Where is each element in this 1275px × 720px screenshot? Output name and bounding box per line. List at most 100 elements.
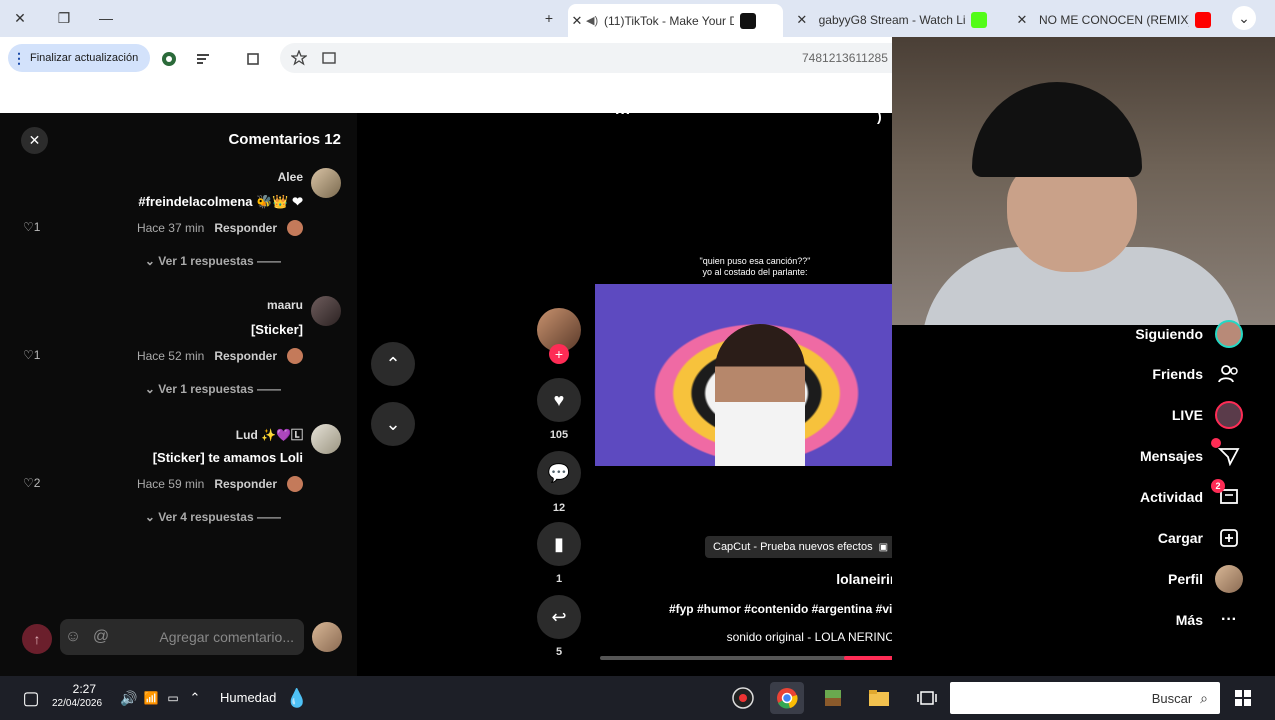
notifications-icon[interactable]: ▢ xyxy=(14,682,48,714)
video-overlay-text: "quien puso esa canción??" yo al costado… xyxy=(699,256,811,277)
file-explorer-icon[interactable] xyxy=(862,682,896,714)
sidebar-item-label: Más xyxy=(1175,612,1203,628)
avatar[interactable] xyxy=(311,424,341,454)
comment-user[interactable]: Lud ✨💜🄻 xyxy=(236,426,303,443)
clock-date[interactable]: 22/04/2026 xyxy=(52,698,102,709)
view-replies-button[interactable]: ⌄ Ver 1 respuestas —— xyxy=(145,254,281,268)
bookmark-icon: ▮ xyxy=(554,533,564,554)
profile-icon[interactable] xyxy=(160,50,178,68)
comment-user[interactable]: maaru xyxy=(267,298,303,312)
sidebar-item-label: Cargar xyxy=(1157,530,1203,546)
weather-label[interactable]: Humedad xyxy=(220,690,276,705)
avatar[interactable] xyxy=(311,168,341,198)
chevron-up-icon[interactable]: ⌃ xyxy=(178,682,212,714)
comment-like-button[interactable]: ♡1 xyxy=(23,348,40,362)
comment-time: Hace 59 min xyxy=(136,477,205,491)
comment-like-button[interactable]: ♡1 xyxy=(23,220,40,234)
extensions-icon[interactable] xyxy=(244,50,262,68)
comment-time: Hace 37 min xyxy=(136,221,205,235)
view-replies-button[interactable]: ⌄ Ver 1 respuestas —— xyxy=(145,382,281,396)
comment-button[interactable]: 💬 xyxy=(537,451,581,495)
mention-icon[interactable]: @ xyxy=(86,628,116,646)
video-progress-bar[interactable] xyxy=(600,656,913,660)
comment-text: [Sticker] te amamos Loli xyxy=(152,450,303,465)
sidebar-item-following[interactable]: Siguiendo xyxy=(1135,320,1243,348)
reply-button[interactable]: Responder xyxy=(214,221,277,235)
view-replies-button[interactable]: ⌄ Ver 4 respuestas —— xyxy=(145,510,281,524)
live-icon xyxy=(1215,401,1243,429)
tab-kick[interactable]: ✕ gabyyG8 Stream - Watch Live xyxy=(793,6,993,34)
windows-start-icon[interactable] xyxy=(1226,682,1260,714)
task-view-icon[interactable] xyxy=(910,682,944,714)
comment-item: maaru [Sticker] Hace 52 min Responder ♡1… xyxy=(11,296,341,406)
follow-button[interactable]: + xyxy=(549,344,569,364)
tab-tiktok[interactable]: ✕ ◀) (11)TikTok - Make Your Day xyxy=(568,4,783,37)
tab-youtube[interactable]: ✕ NO ME CONOCEN (REMIX) - B xyxy=(1013,6,1223,34)
close-comments-button[interactable]: ✕ xyxy=(21,127,48,154)
avatar[interactable] xyxy=(311,296,341,326)
reply-button[interactable]: Responder xyxy=(214,477,277,491)
new-tab-button[interactable]: + xyxy=(537,8,561,28)
comment-like-button[interactable]: ♡2 xyxy=(23,476,40,490)
address-bar[interactable]: 7481213611285 xyxy=(280,43,892,73)
effect-tag[interactable]: CapCut - Prueba nuevos efectos ▣ xyxy=(705,536,897,558)
chrome-app-icon[interactable] xyxy=(770,682,804,714)
view-replies-label: Ver 1 respuestas xyxy=(158,254,254,268)
audio-icon[interactable]: ◀) xyxy=(586,14,604,27)
install-app-icon[interactable] xyxy=(320,49,338,67)
share-button[interactable]: ↩ xyxy=(537,595,581,639)
more-options-icon[interactable]: ··· xyxy=(615,105,631,123)
view-replies-label: Ver 1 respuestas xyxy=(158,382,254,396)
sidebar-item-live[interactable]: LIVE xyxy=(1172,401,1243,429)
restore-window-button[interactable]: ❐ xyxy=(52,8,76,28)
close-window-button[interactable]: ✕ xyxy=(8,8,32,28)
close-icon[interactable]: ✕ xyxy=(793,12,811,28)
save-button[interactable]: ▮ xyxy=(537,522,581,566)
sidebar-item-activity[interactable]: Actividad 2 xyxy=(1140,479,1243,511)
comment-meta: Hace 59 min Responder xyxy=(137,476,303,492)
tab-search-button[interactable]: ⌄ xyxy=(1232,6,1256,30)
browser-toolbar: ⋮ Finalizar actualización 7481213611285 xyxy=(0,37,892,79)
minecraft-app-icon[interactable] xyxy=(816,682,850,714)
video-sound[interactable]: sonido original - LOLA NERINO ♫ xyxy=(727,630,907,644)
comment-input[interactable]: ☺ @ Agregar comentario... xyxy=(60,619,304,655)
chevron-down-icon: ⌄ xyxy=(385,413,401,434)
humidity-icon[interactable]: 💧 xyxy=(280,682,314,714)
comment-user[interactable]: Alee xyxy=(278,170,303,184)
update-button[interactable]: ⋮ Finalizar actualización xyxy=(8,44,150,72)
clock-time[interactable]: 2:27 xyxy=(54,682,96,696)
taskbar-search[interactable]: Buscar ⌕ xyxy=(950,682,1220,714)
reading-list-icon[interactable] xyxy=(194,50,212,68)
volume-icon[interactable]: ) xyxy=(877,108,882,124)
page-header-strip xyxy=(0,79,892,113)
sidebar-item-label: Perfil xyxy=(1167,571,1203,587)
sidebar-item-friends[interactable]: Friends xyxy=(1152,360,1243,388)
avatar[interactable] xyxy=(312,622,342,652)
obs-app-icon[interactable] xyxy=(726,682,760,714)
like-count: 1 xyxy=(33,348,41,362)
webcam-face xyxy=(1007,162,1137,272)
taskbar: ▢ 2:27 22/04/2026 🔊 📶 ▭ ⌃ Humedad 💧 Busc… xyxy=(0,676,1275,720)
sidebar-item-messages[interactable]: Mensajes xyxy=(1140,438,1243,470)
send-icon xyxy=(1211,438,1243,470)
next-video-button[interactable]: ⌄ xyxy=(371,402,415,446)
close-icon[interactable]: ✕ xyxy=(1013,12,1031,28)
sidebar-item-more[interactable]: Más ··· xyxy=(1176,606,1243,634)
profile-icon xyxy=(1215,565,1243,593)
sidebar-item-profile[interactable]: Perfil xyxy=(1168,565,1243,593)
heart-outline-icon: ♡ xyxy=(23,220,34,234)
sidebar-item-upload[interactable]: Cargar xyxy=(1158,524,1243,552)
like-button[interactable]: ♥ xyxy=(537,378,581,422)
close-icon[interactable]: ✕ xyxy=(568,13,586,29)
emoji-icon[interactable]: ☺ xyxy=(60,628,86,646)
menu-dots-icon: ⋮ xyxy=(12,49,26,66)
search-placeholder: Buscar xyxy=(1151,690,1193,706)
share-count: 5 xyxy=(555,646,563,658)
minimize-window-button[interactable]: — xyxy=(94,8,118,28)
bookmark-star-icon[interactable] xyxy=(290,49,308,67)
send-comment-button[interactable]: ↑ xyxy=(22,624,52,654)
previous-video-button[interactable]: ⌃ xyxy=(371,342,415,386)
reply-button[interactable]: Responder xyxy=(214,349,277,363)
heart-outline-icon: ♡ xyxy=(23,348,34,362)
video-frame[interactable] xyxy=(595,284,918,466)
